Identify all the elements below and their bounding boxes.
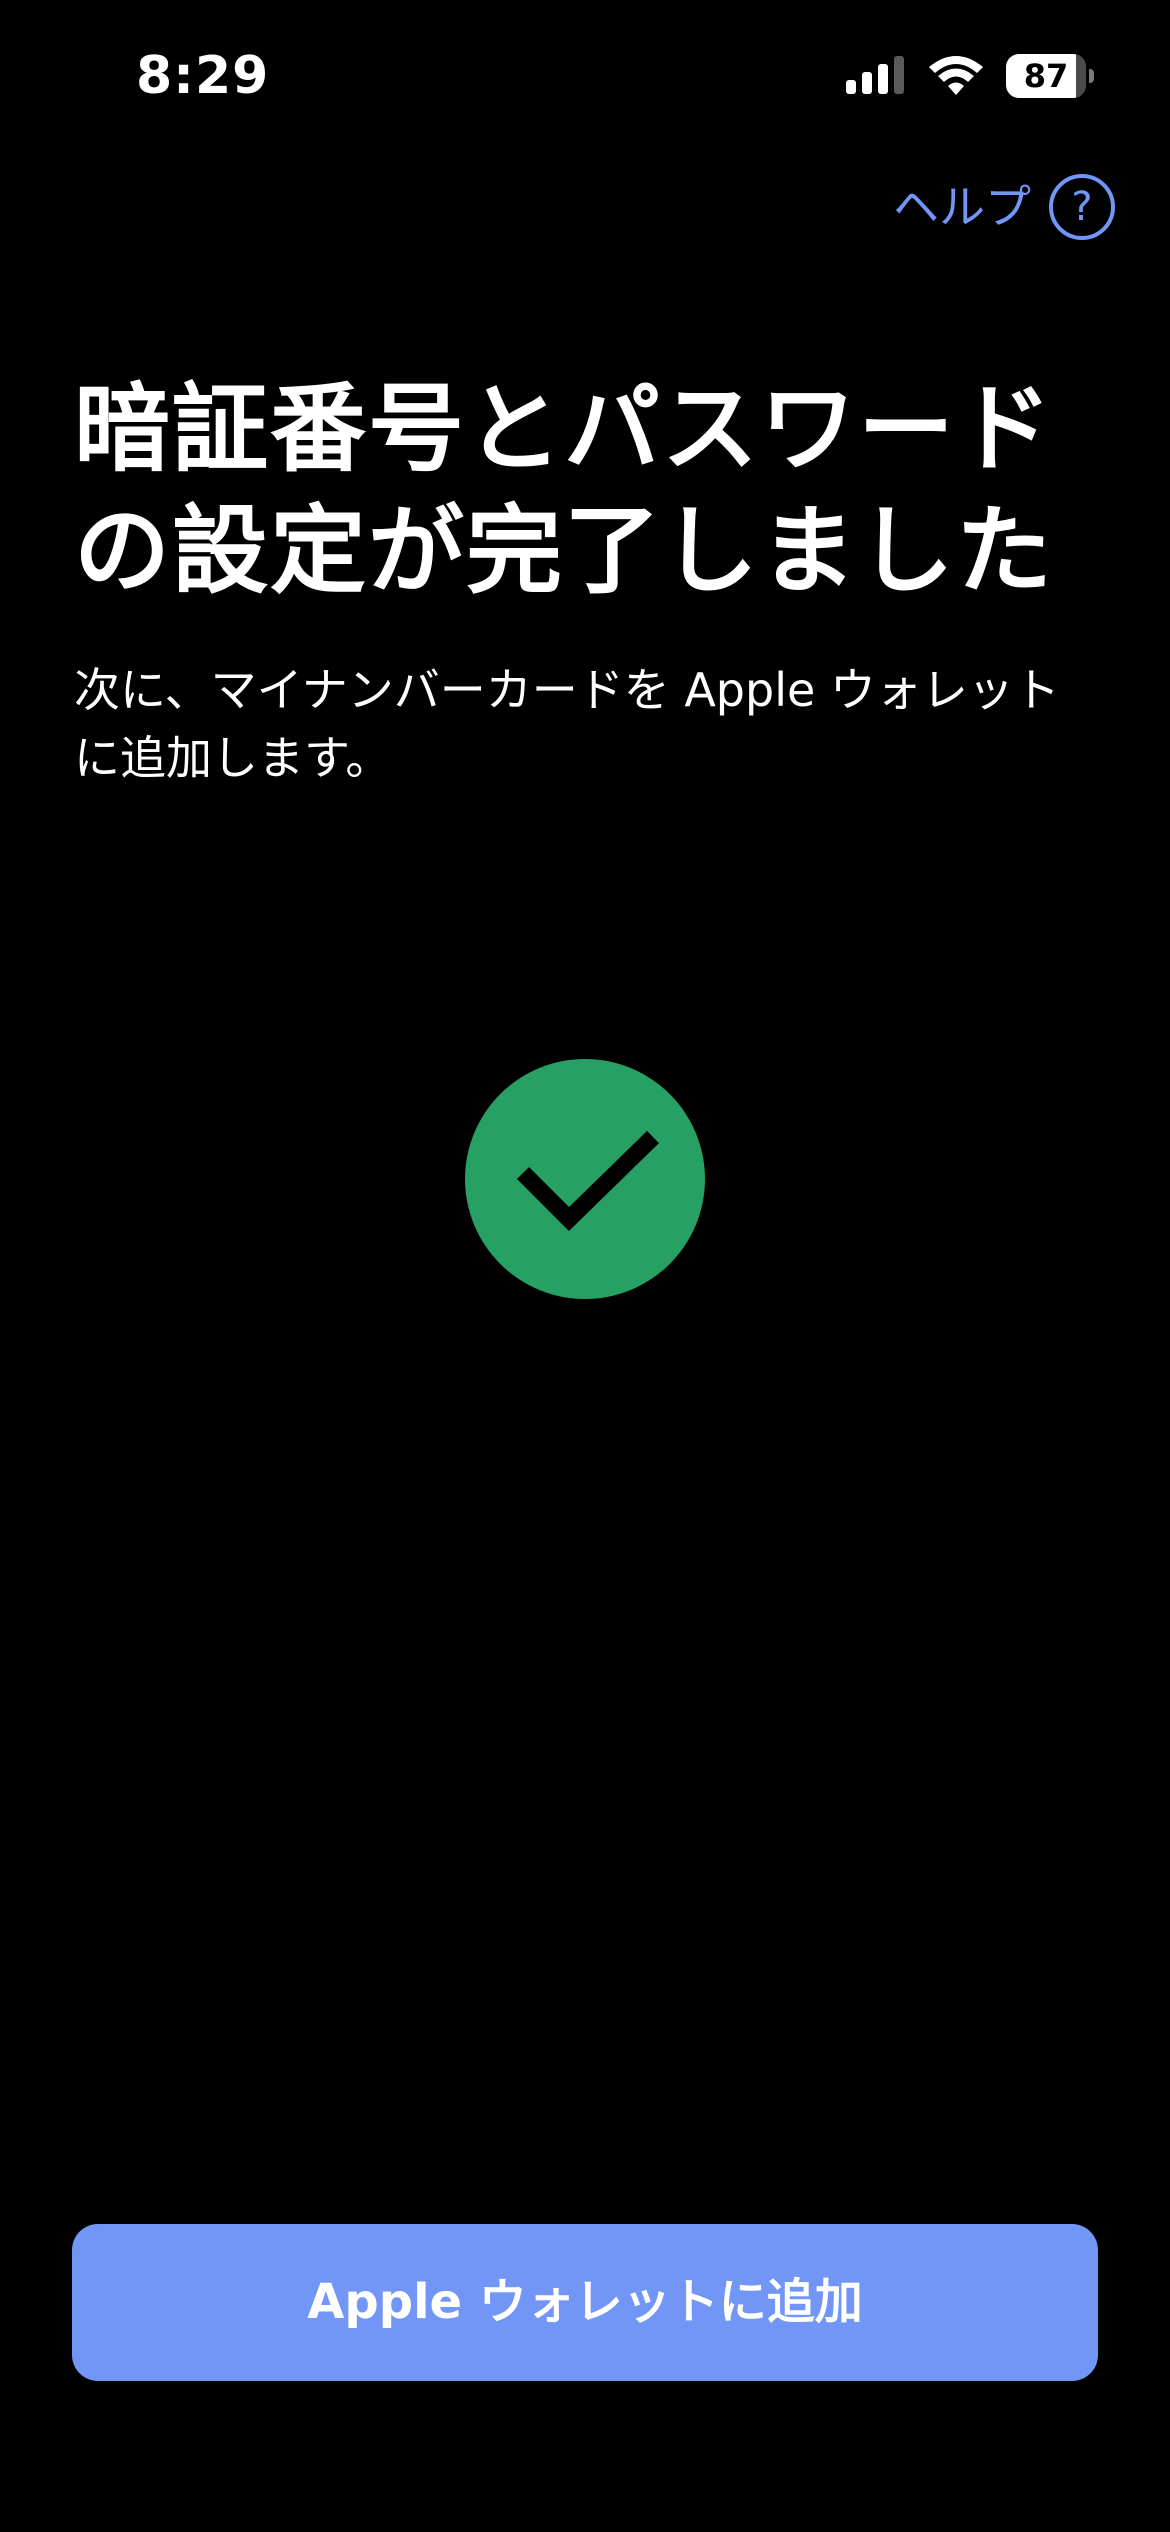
battery-icon: 87 [1006, 54, 1094, 98]
description-line-1: 次に、マイナンバーカードを Apple ウォレット [74, 663, 1060, 717]
add-to-apple-wallet-button[interactable]: Apple ウォレットに追加 [72, 2224, 1098, 2381]
status-time: 8:29 [136, 46, 270, 106]
battery-cap [1089, 69, 1094, 83]
cellular-signal-icon [846, 56, 906, 96]
page-title-line-2: の設定が完了しました [74, 495, 1054, 607]
page-title-line-1: 暗証番号とパスワード [74, 373, 1054, 485]
status-bar: 8:29 87 [0, 0, 1170, 150]
description: 次に、マイナンバーカードを Apple ウォレット に追加します。 [74, 656, 1104, 792]
help-label: ヘルプ [893, 180, 1031, 234]
checkmark-circle-icon [465, 1059, 705, 1299]
battery-level: 87 [1023, 57, 1069, 95]
help-button[interactable]: ヘルプ ? [893, 172, 1115, 242]
page-title: 暗証番号とパスワード の設定が完了しました [74, 368, 1104, 612]
wifi-icon [928, 55, 984, 97]
status-icons: 87 [846, 52, 1094, 100]
question-circle-icon: ? [1049, 174, 1115, 240]
description-line-2: に追加します。 [74, 731, 392, 785]
